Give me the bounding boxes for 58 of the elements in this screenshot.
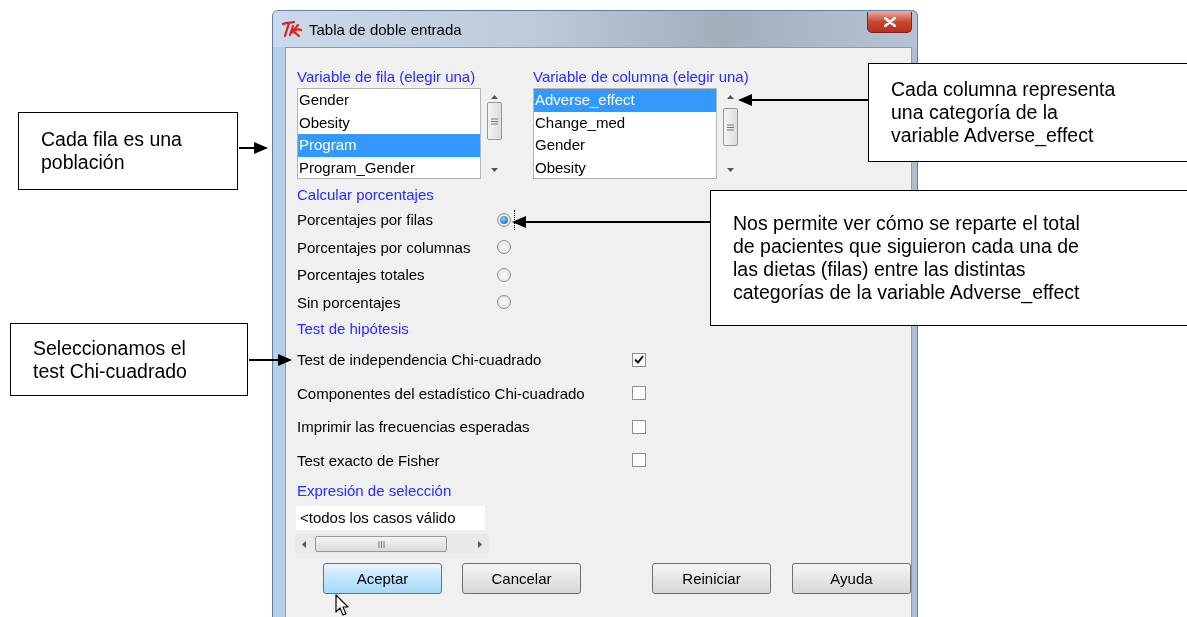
window-title: Tabla de doble entrada bbox=[309, 20, 462, 38]
list-item[interactable]: Change_med bbox=[534, 111, 716, 134]
scroll-down-icon[interactable] bbox=[725, 167, 735, 173]
input-field[interactable]: <todos los casos válido bbox=[295, 505, 486, 531]
section-heading: Test de hipótesis bbox=[297, 319, 410, 339]
option-label: Porcentajes por columnas bbox=[297, 238, 472, 256]
option-label: Imprimir las frecuencias esperadas bbox=[297, 418, 531, 436]
section-heading: Expresión de selección bbox=[297, 481, 453, 501]
listbox-label: Variable de columna (elegir una) bbox=[533, 67, 749, 87]
dialog-button[interactable]: Cancelar bbox=[462, 563, 581, 594]
option-label: Sin porcentajes bbox=[297, 293, 402, 311]
callout-arrow bbox=[248, 354, 292, 366]
section-heading: Calcular porcentajes bbox=[297, 185, 435, 205]
variable-listbox[interactable]: Adverse_effect Change_med Gender Obesity bbox=[533, 88, 717, 179]
option-label: Componentes del estadístico Chi-cuadrado bbox=[297, 384, 586, 402]
callout-box: Nos permite ver cómo se reparte el total de pacientes que siguieron cada una de las dietas (filas) entre las distintas categorías de la variable Adverse_effect bbox=[710, 190, 1187, 326]
list-item[interactable]: Gender bbox=[298, 89, 480, 112]
option-label: Porcentajes por filas bbox=[297, 211, 434, 229]
list-item[interactable]: Obesity bbox=[534, 156, 716, 178]
radio-button[interactable] bbox=[497, 267, 511, 282]
listbox-label: Variable de fila (elegir una) bbox=[297, 67, 477, 87]
close-icon[interactable] bbox=[883, 16, 896, 27]
callout-box: Cada fila es una población bbox=[18, 112, 238, 190]
callout-box: Seleccionamos el test Chi-cuadrado bbox=[10, 323, 248, 396]
scroll-up-icon[interactable] bbox=[725, 94, 735, 100]
list-item[interactable]: Program_Gender bbox=[298, 156, 480, 178]
scroll-left-icon[interactable] bbox=[301, 539, 307, 549]
radio-button[interactable] bbox=[497, 295, 511, 310]
callout-box: Cada columna representa una categoría de la variable Adverse_effect bbox=[868, 63, 1187, 162]
dialog-button[interactable]: Reiniciar bbox=[652, 563, 771, 594]
horizontal-scrollbar[interactable] bbox=[295, 534, 489, 554]
callout-arrow bbox=[238, 142, 268, 154]
dialog-button[interactable]: Ayuda bbox=[792, 563, 911, 594]
close-button[interactable] bbox=[867, 11, 912, 33]
list-item[interactable]: Gender bbox=[534, 134, 716, 157]
checkbox[interactable] bbox=[632, 352, 646, 367]
option-label: Porcentajes totales bbox=[297, 266, 426, 284]
grip-icon bbox=[377, 540, 385, 548]
checkbox[interactable] bbox=[632, 419, 646, 434]
dialog-button[interactable]: Aceptar bbox=[323, 563, 442, 594]
option-label: Test exacto de Fisher bbox=[297, 451, 441, 469]
checkbox[interactable] bbox=[632, 453, 646, 468]
scroll-right-icon[interactable] bbox=[477, 539, 483, 549]
feather-app-icon bbox=[281, 20, 303, 38]
radio-button[interactable] bbox=[497, 240, 511, 255]
grip-icon bbox=[490, 117, 498, 125]
mouse-cursor-icon bbox=[335, 594, 349, 616]
scroll-thumb[interactable] bbox=[486, 102, 502, 140]
scroll-thumb[interactable] bbox=[722, 108, 738, 146]
variable-listbox[interactable]: Gender Obesity Program Program_Gender bbox=[297, 88, 481, 179]
grip-icon bbox=[726, 123, 734, 131]
radio-button[interactable] bbox=[497, 212, 511, 227]
option-label: Test de independencia Chi-cuadrado bbox=[297, 351, 543, 369]
checkbox[interactable] bbox=[632, 386, 646, 401]
list-item[interactable]: Obesity bbox=[298, 111, 480, 134]
scroll-thumb[interactable] bbox=[315, 536, 447, 552]
scroll-up-icon[interactable] bbox=[489, 94, 499, 100]
scroll-down-icon[interactable] bbox=[489, 167, 499, 173]
